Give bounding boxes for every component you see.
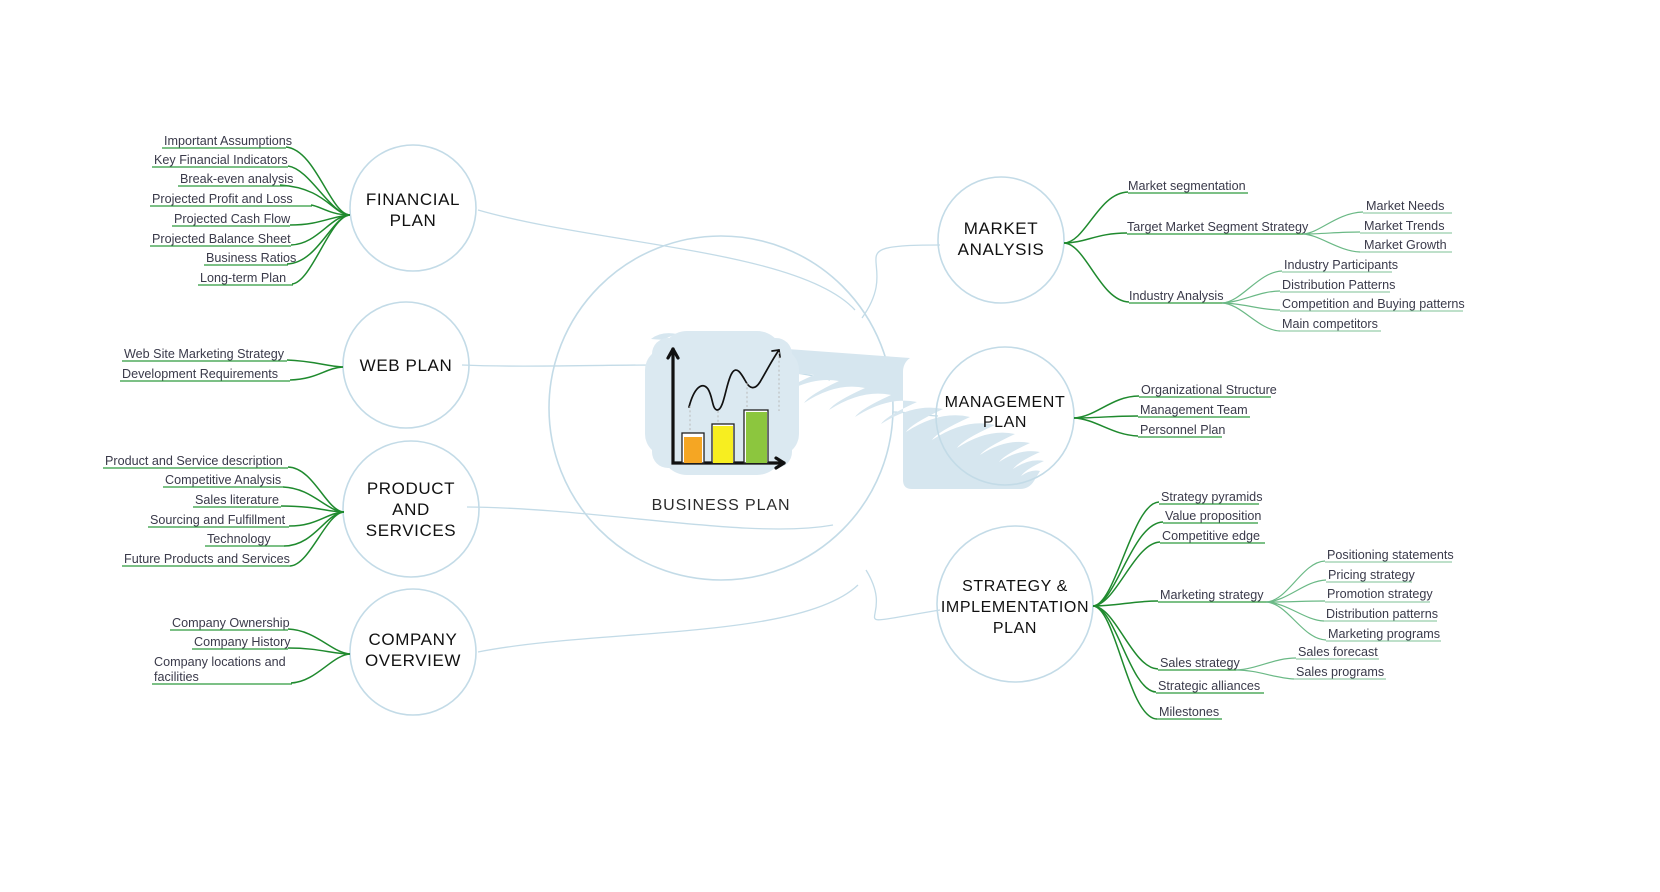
web-plan-leaves: Web Site Marketing Strategy Development … — [120, 347, 290, 382]
leaf-strategy-pyramids: Strategy pyramids — [1161, 490, 1263, 504]
leaf-product-and-service-description: Product and Service description — [105, 454, 283, 468]
leaf-marketing-programs: Marketing programs — [1328, 627, 1440, 641]
leaf-future-products-and-services: Future Products and Services — [124, 552, 290, 566]
mind-map-svg: BUSINESS PLAN FINANCIAL PLAN WEB PLAN PR… — [103, 134, 1465, 720]
management-plan-branches — [1073, 395, 1140, 437]
strategy-branches — [1092, 501, 1164, 720]
leaf-break-even-analysis: Break-even analysis — [180, 172, 293, 186]
leaf-industry-participants: Industry Participants — [1284, 258, 1398, 272]
leaf-organizational-structure: Organizational Structure — [1141, 383, 1277, 397]
leaf-projected-profit-and-loss: Projected Profit and Loss — [152, 192, 293, 206]
leaf-long-term-plan: Long-term Plan — [200, 271, 286, 285]
leaf-web-site-marketing-strategy: Web Site Marketing Strategy — [124, 347, 285, 361]
trunk-market — [861, 244, 941, 319]
node-web-plan[interactable]: WEB PLAN — [342, 301, 470, 429]
leaf-projected-cash-flow: Projected Cash Flow — [174, 212, 291, 226]
financial-plan-label-line2: PLAN — [390, 211, 437, 230]
node-financial-plan[interactable]: FINANCIAL PLAN — [349, 144, 477, 272]
strategy-label-line3: PLAN — [993, 620, 1037, 637]
leaf-company-history: Company History — [194, 635, 291, 649]
sales-strategy-sub-leaves: Sales forecast Sales programs — [1294, 645, 1386, 680]
leaf-pricing-strategy: Pricing strategy — [1328, 568, 1415, 582]
node-company-overview[interactable]: COMPANY OVERVIEW — [349, 588, 477, 716]
trunk-financial — [477, 209, 856, 311]
trunk-company — [477, 584, 859, 653]
leaf-positioning-statements: Positioning statements — [1327, 548, 1454, 562]
product-branches — [280, 466, 345, 567]
leaf-marketing-strategy: Marketing strategy — [1160, 588, 1264, 602]
financial-plan-label-line1: FINANCIAL — [366, 190, 460, 209]
web-plan-label: WEB PLAN — [360, 356, 453, 375]
leaf-target-market-segment-strategy: Target Market Segment Strategy — [1127, 220, 1309, 234]
mind-map-canvas: BUSINESS PLAN FINANCIAL PLAN WEB PLAN PR… — [0, 0, 1660, 892]
market-label-line1: MARKET — [964, 219, 1038, 238]
leaf-market-needs: Market Needs — [1366, 199, 1444, 213]
leaf-company-ownership: Company Ownership — [172, 616, 290, 630]
leaf-value-proposition: Value proposition — [1165, 509, 1261, 523]
leaf-promotion-strategy: Promotion strategy — [1327, 587, 1433, 601]
center-node-label: BUSINESS PLAN — [652, 497, 791, 514]
leaf-company-locations-line2: facilities — [154, 670, 199, 684]
leaf-market-growth: Market Growth — [1364, 238, 1447, 252]
leaf-sales-literature: Sales literature — [195, 493, 279, 507]
leaf-sales-programs: Sales programs — [1296, 665, 1384, 679]
leaf-management-team: Management Team — [1140, 403, 1248, 417]
leaf-competitive-edge: Competitive edge — [1162, 529, 1260, 543]
leaf-sales-strategy: Sales strategy — [1160, 656, 1241, 670]
leaf-competition-and-buying-patterns: Competition and Buying patterns — [1282, 297, 1465, 311]
marketing-strategy-sub-branches — [1265, 560, 1327, 641]
leaf-milestones: Milestones — [1159, 705, 1219, 719]
target-market-sub-branches — [1302, 211, 1364, 253]
company-label-line2: OVERVIEW — [365, 651, 461, 670]
web-plan-branches — [286, 359, 344, 381]
leaf-market-trends: Market Trends — [1364, 219, 1445, 233]
leaf-distribution-patterns: Distribution Patterns — [1282, 278, 1395, 292]
market-analysis-branches — [1063, 191, 1130, 303]
node-product-and-services[interactable]: PRODUCT AND SERVICES — [342, 440, 480, 578]
leaf-key-financial-indicators: Key Financial Indicators — [154, 153, 288, 167]
marketing-strategy-sub-leaves: Positioning statements Pricing strategy … — [1324, 548, 1454, 642]
company-branches — [287, 628, 351, 684]
company-label-line1: COMPANY — [369, 630, 458, 649]
product-leaves: Product and Service description Competit… — [103, 454, 291, 567]
node-market-analysis[interactable]: MARKET ANALYSIS — [937, 176, 1065, 304]
leaf-personnel-plan: Personnel Plan — [1140, 423, 1225, 437]
leaf-technology: Technology — [207, 532, 271, 546]
leaf-competitive-analysis: Competitive Analysis — [165, 473, 281, 487]
sales-strategy-sub-branches — [1235, 657, 1297, 680]
product-label-line2: AND — [392, 500, 430, 519]
leaf-business-ratios: Business Ratios — [206, 251, 296, 265]
leaf-company-locations-line1: Company locations and — [154, 655, 286, 669]
market-label-line2: ANALYSIS — [958, 240, 1045, 259]
industry-analysis-sub-leaves: Industry Participants Distribution Patte… — [1280, 258, 1465, 332]
node-strategy-and-implementation-plan[interactable]: STRATEGY & IMPLEMENTATION PLAN — [936, 525, 1094, 683]
product-label-line3: SERVICES — [366, 521, 456, 540]
strategy-label-line2: IMPLEMENTATION — [941, 599, 1089, 616]
product-label-line1: PRODUCT — [367, 479, 455, 498]
management-plan-leaves: Organizational Structure Management Team… — [1138, 383, 1277, 438]
target-market-sub-leaves: Market Needs Market Trends Market Growth — [1360, 199, 1452, 253]
leaf-market-segmentation: Market segmentation — [1128, 179, 1246, 193]
industry-analysis-sub-branches — [1221, 270, 1283, 332]
management-label-line1: MANAGEMENT — [945, 394, 1066, 411]
trunk-strategy — [865, 569, 941, 621]
leaf-distribution-patterns-strategy: Distribution patterns — [1326, 607, 1438, 621]
leaf-sourcing-and-fulfillment: Sourcing and Fulfillment — [150, 513, 286, 527]
strategy-label-line1: STRATEGY & — [962, 578, 1068, 595]
leaf-industry-analysis: Industry Analysis — [1129, 289, 1224, 303]
leaf-projected-balance-sheet: Projected Balance Sheet — [152, 232, 291, 246]
company-leaves: Company Ownership Company History Compan… — [152, 616, 292, 685]
strategy-leaves: Strategy pyramids Value proposition Comp… — [1156, 490, 1266, 720]
leaf-main-competitors: Main competitors — [1282, 317, 1378, 331]
financial-plan-leaves: Important Assumptions Key Financial Indi… — [150, 134, 312, 286]
leaf-development-requirements: Development Requirements — [122, 367, 278, 381]
leaf-sales-forecast: Sales forecast — [1298, 645, 1378, 659]
management-label-line2: PLAN — [983, 414, 1027, 431]
leaf-strategic-alliances: Strategic alliances — [1158, 679, 1260, 693]
leaf-important-assumptions: Important Assumptions — [164, 134, 292, 148]
